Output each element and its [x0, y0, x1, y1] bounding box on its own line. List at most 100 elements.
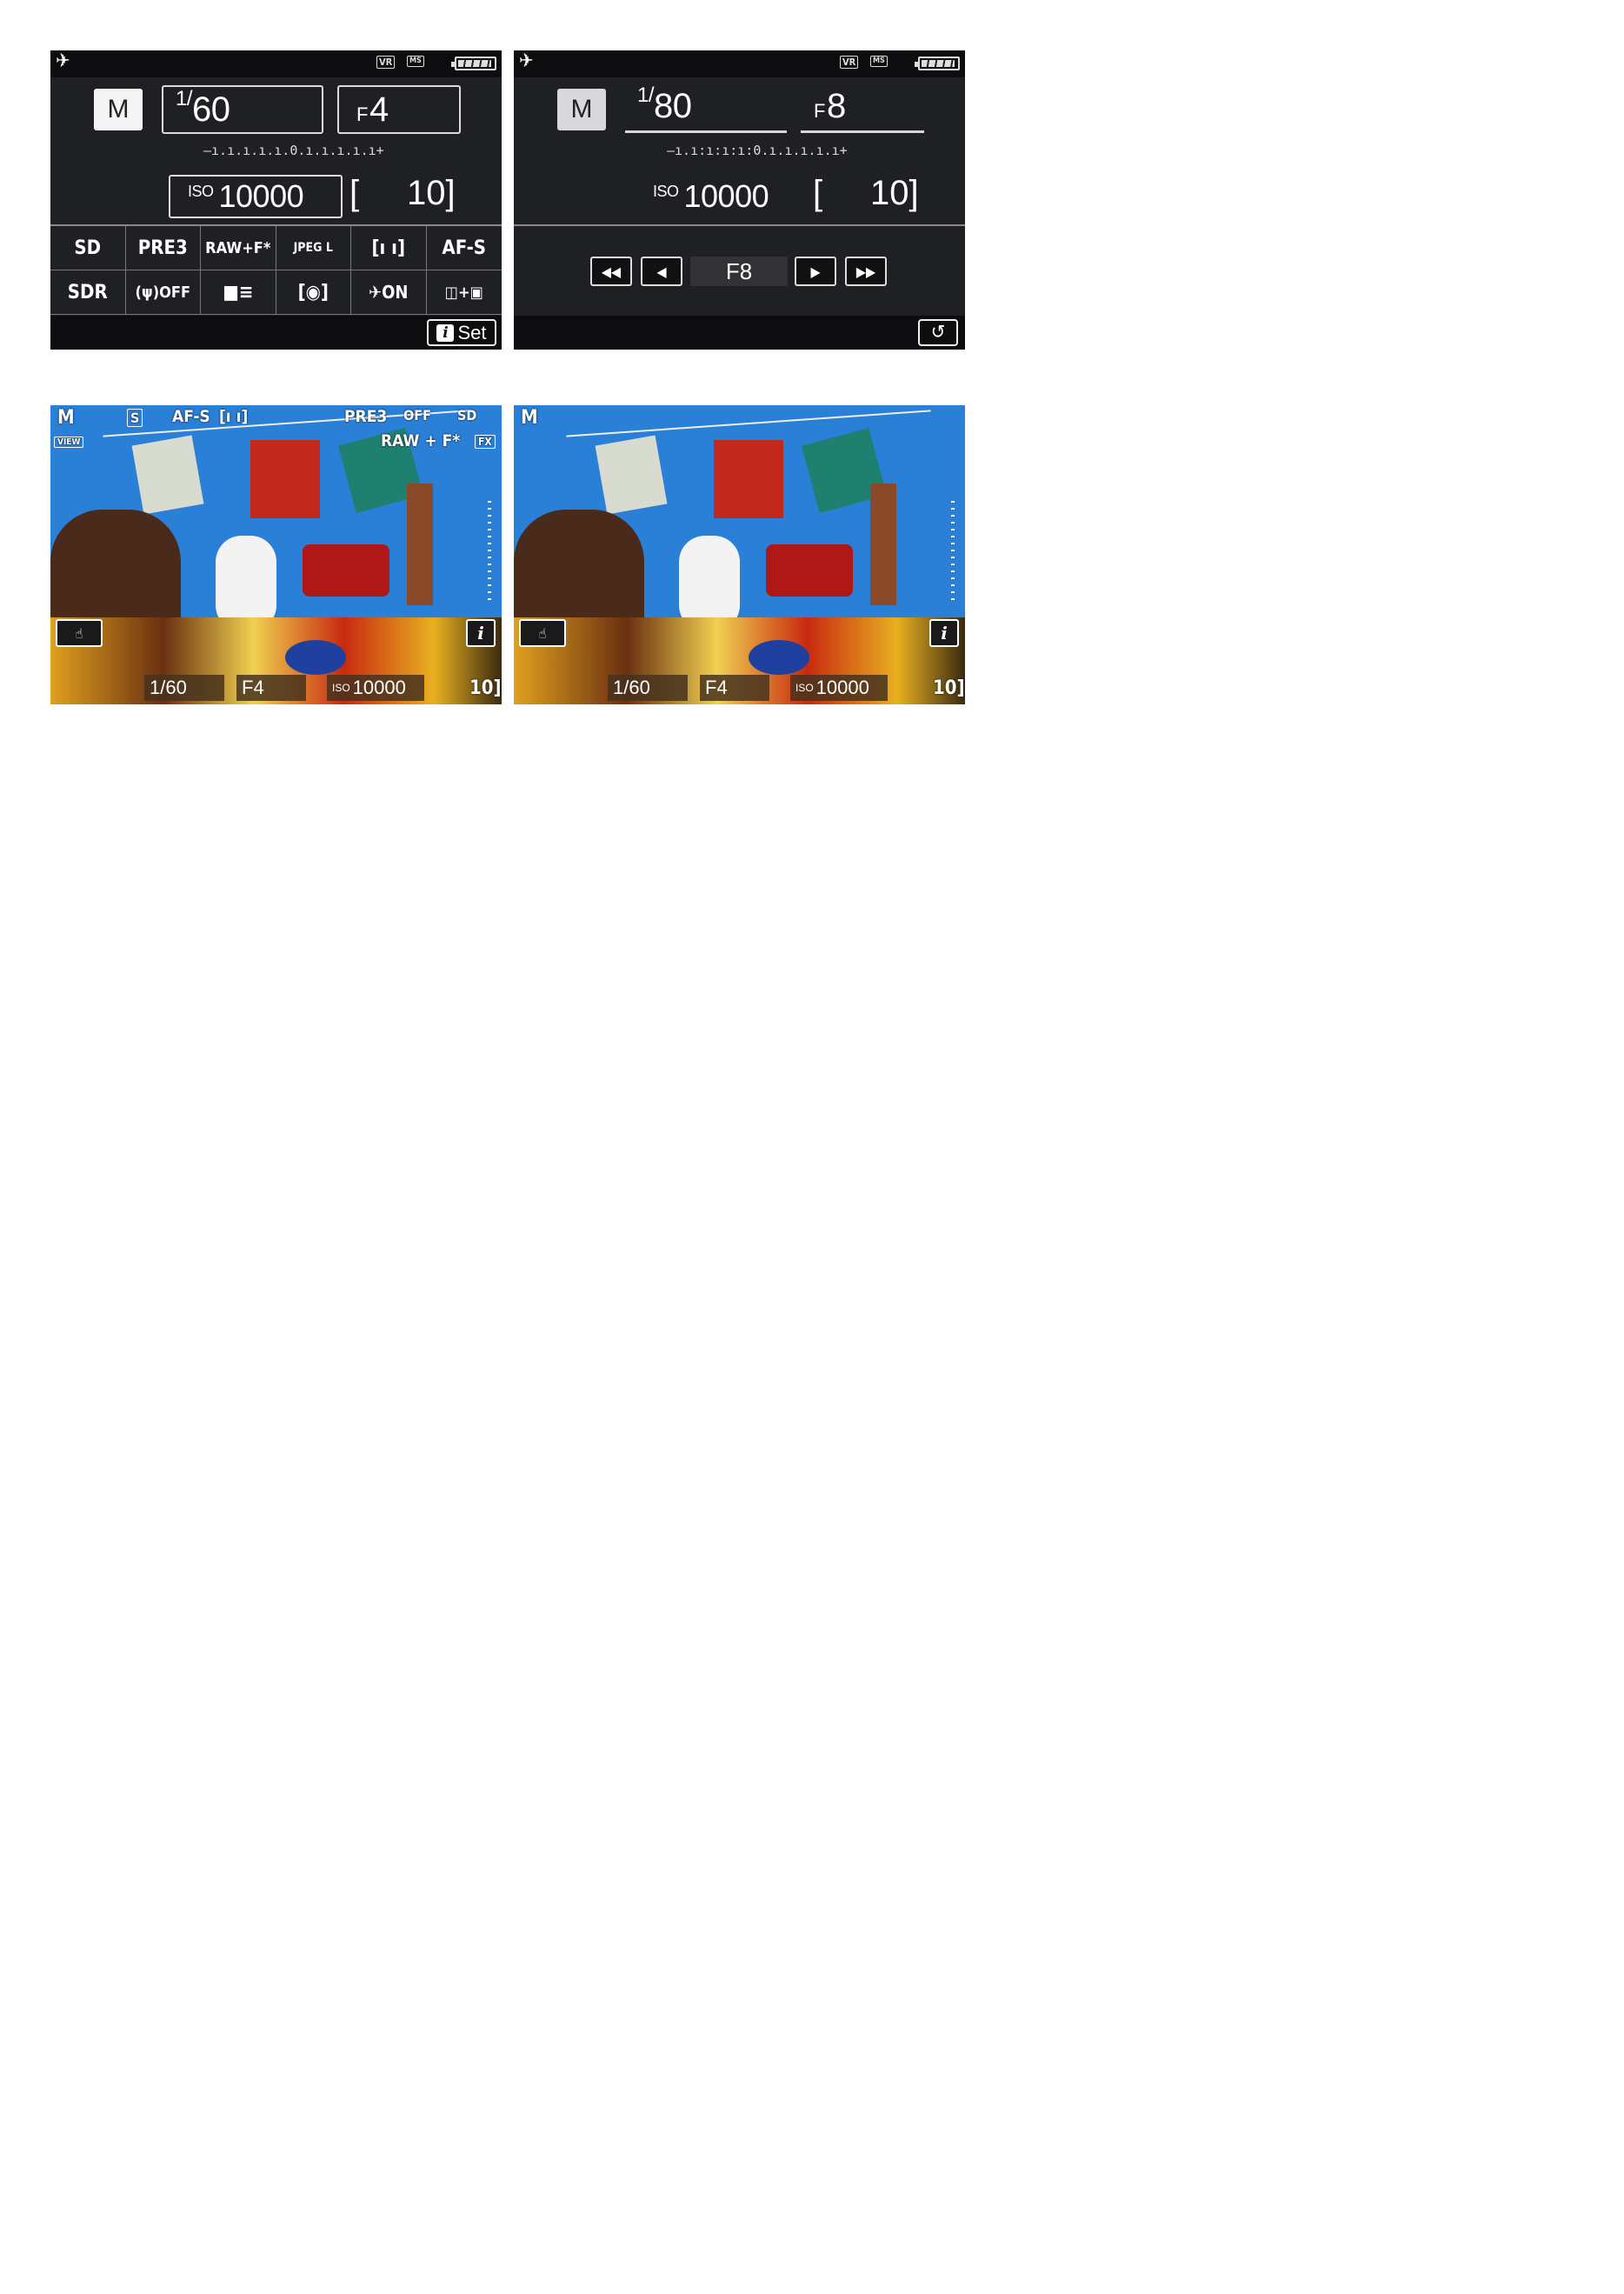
shots-readout: 10]	[469, 677, 502, 699]
release-mode-setting[interactable]: ■≡	[201, 270, 276, 315]
return-button[interactable]: ↺	[918, 319, 958, 346]
picture-control-setting[interactable]: SD	[50, 226, 126, 270]
af-area-indicator: [ı ı]	[219, 407, 249, 426]
live-view-panel-detailed: M S AF-S [ı ı] PRE3 OFF SD VIEW RAW + F*…	[50, 405, 502, 704]
live-view-panel-minimal: M ☝ i 1/60 F4 ISO 10000 10]	[514, 405, 965, 704]
info-display-panel: ✈ VR MS M 1/60 F4 –ı.ı.ı.ı.ı.0.ı.ı.ı.ı.ı…	[50, 50, 502, 350]
airplane-mode-icon: ✈	[56, 50, 70, 72]
back-button[interactable]: ◀	[641, 257, 682, 286]
i-icon: i	[436, 323, 455, 342]
view-indicator: VIEW	[54, 437, 84, 448]
exposure-scale-vertical	[488, 501, 491, 605]
set-label: Set	[457, 321, 487, 343]
airplane-mode-icon: ✈	[519, 50, 534, 72]
iso-label: ISO	[188, 183, 214, 200]
shutter-prefix: 1/	[176, 86, 193, 110]
vibration-reduction-setting[interactable]: (ψ)OFF	[125, 270, 201, 315]
ms-icon: MS	[870, 56, 888, 67]
settings-grid: SD PRE3 RAW+F* JPEG L [ı ı] AF-S SDR (ψ)…	[50, 224, 502, 315]
forward-button[interactable]: ▶	[795, 257, 836, 286]
status-bar: ✈ VR MS	[514, 50, 965, 77]
monitor-mode-setting[interactable]: ◫+▣	[426, 270, 502, 315]
vr-off-indicator: OFF	[403, 407, 431, 423]
iso-display: ISO 10000	[653, 177, 769, 216]
aperture-readout: F4	[700, 675, 769, 701]
exposure-mode[interactable]: M	[94, 89, 143, 130]
aperture-adjust-panel: ✈ VR MS M 1/80 F8 –ı.ı:ı:ı:ı:0.ı.ı.ı.ı.ı…	[514, 50, 965, 350]
ms-icon: MS	[407, 56, 424, 67]
aperture-value: 4	[369, 90, 389, 129]
aperture-display[interactable]: F8	[814, 87, 846, 126]
iso-value: 10000	[352, 677, 406, 698]
quality-indicator: RAW + F*	[381, 431, 461, 450]
bottom-bar: ↺	[514, 316, 965, 350]
exposure-indicator: –ı.ı.ı.ı.ı.0.ı.ı.ı.ı.ı+	[203, 143, 384, 158]
shots-remaining: 10]	[407, 174, 456, 212]
aperture-prefix: F	[814, 100, 825, 122]
giraffe-toy	[407, 483, 433, 605]
shutter-prefix: 1/	[637, 83, 655, 107]
white-balance-setting[interactable]: PRE3	[125, 226, 201, 270]
touch-shutter-icon[interactable]: ☝	[519, 619, 566, 647]
iso-label: ISO	[795, 682, 814, 694]
i-set-button[interactable]: i Set	[427, 319, 496, 346]
aperture-readout: F4	[236, 675, 306, 701]
shots-readout: 10]	[933, 677, 965, 699]
fast-back-button[interactable]: ◀◀	[590, 257, 632, 286]
iso-readout: ISO 10000	[790, 675, 888, 701]
iso-box[interactable]: ISO 10000	[169, 175, 343, 218]
image-size-setting[interactable]: JPEG L	[276, 226, 351, 270]
aperture-value: 8	[826, 87, 846, 125]
iso-value: 10000	[815, 677, 869, 698]
toy-car	[766, 544, 853, 597]
iso-readout: ISO 10000	[327, 675, 424, 701]
aperture-prefix: F	[356, 103, 368, 125]
iso-value: 10000	[218, 178, 304, 214]
vr-icon: VR	[376, 56, 396, 69]
mode-indicator: M	[57, 407, 75, 429]
toy-car	[303, 544, 389, 597]
shutter-speed-box[interactable]: 1/60	[162, 85, 323, 134]
aperture-box[interactable]: F4	[337, 85, 461, 134]
shutter-underline	[625, 130, 787, 133]
shutter-readout: 1/60	[144, 675, 224, 701]
active-d-lighting-setting[interactable]: SDR	[50, 270, 126, 315]
focus-mode-setting[interactable]: AF-S	[426, 226, 502, 270]
bracket-left: [	[813, 174, 823, 212]
i-button[interactable]: i	[929, 619, 959, 647]
exposure-mode[interactable]: M	[557, 89, 606, 130]
af-mode-indicator: AF-S	[172, 407, 210, 426]
touch-shutter-icon[interactable]: ☝	[56, 619, 103, 647]
image-quality-setting[interactable]: RAW+F*	[201, 226, 276, 270]
aperture-selected-value: F8	[690, 257, 788, 286]
vr-icon: VR	[840, 56, 859, 69]
exposure-indicator: –ı.ı:ı:ı:ı:0.ı.ı.ı.ı.ı+	[667, 143, 848, 158]
i-button[interactable]: i	[466, 619, 496, 647]
af-area-setting[interactable]: [ı ı]	[351, 226, 427, 270]
iso-label: ISO	[653, 183, 679, 200]
prayer-flag	[131, 435, 204, 515]
fx-indicator: FX	[475, 435, 496, 449]
giraffe-toy	[870, 483, 896, 605]
blue-plate	[749, 640, 809, 675]
shutter-speed-display[interactable]: 1/80	[637, 83, 692, 126]
red-flag	[714, 440, 783, 518]
battery-icon	[915, 57, 960, 70]
wb-indicator: PRE3	[344, 407, 388, 426]
prayer-flag	[595, 435, 668, 515]
mode-indicator: M	[521, 407, 538, 429]
iso-label: ISO	[332, 682, 350, 694]
fast-forward-button[interactable]: ▶▶	[845, 257, 887, 286]
shutter-speed-value: 80	[654, 87, 692, 125]
metering-setting[interactable]: [◉]	[276, 270, 351, 315]
airplane-mode-setting[interactable]: ✈ON	[351, 270, 427, 315]
picture-control-indicator: SD	[457, 407, 477, 423]
live-view-scene	[514, 405, 965, 704]
red-flag	[250, 440, 320, 518]
exposure-scale-vertical	[951, 501, 955, 605]
iso-value: 10000	[683, 178, 769, 214]
aperture-selector: ◀◀ ◀ F8 ▶ ▶▶	[514, 224, 965, 315]
shots-remaining: 10]	[870, 174, 919, 212]
s-indicator: S	[127, 409, 143, 427]
status-bar: ✈ VR MS	[50, 50, 502, 77]
